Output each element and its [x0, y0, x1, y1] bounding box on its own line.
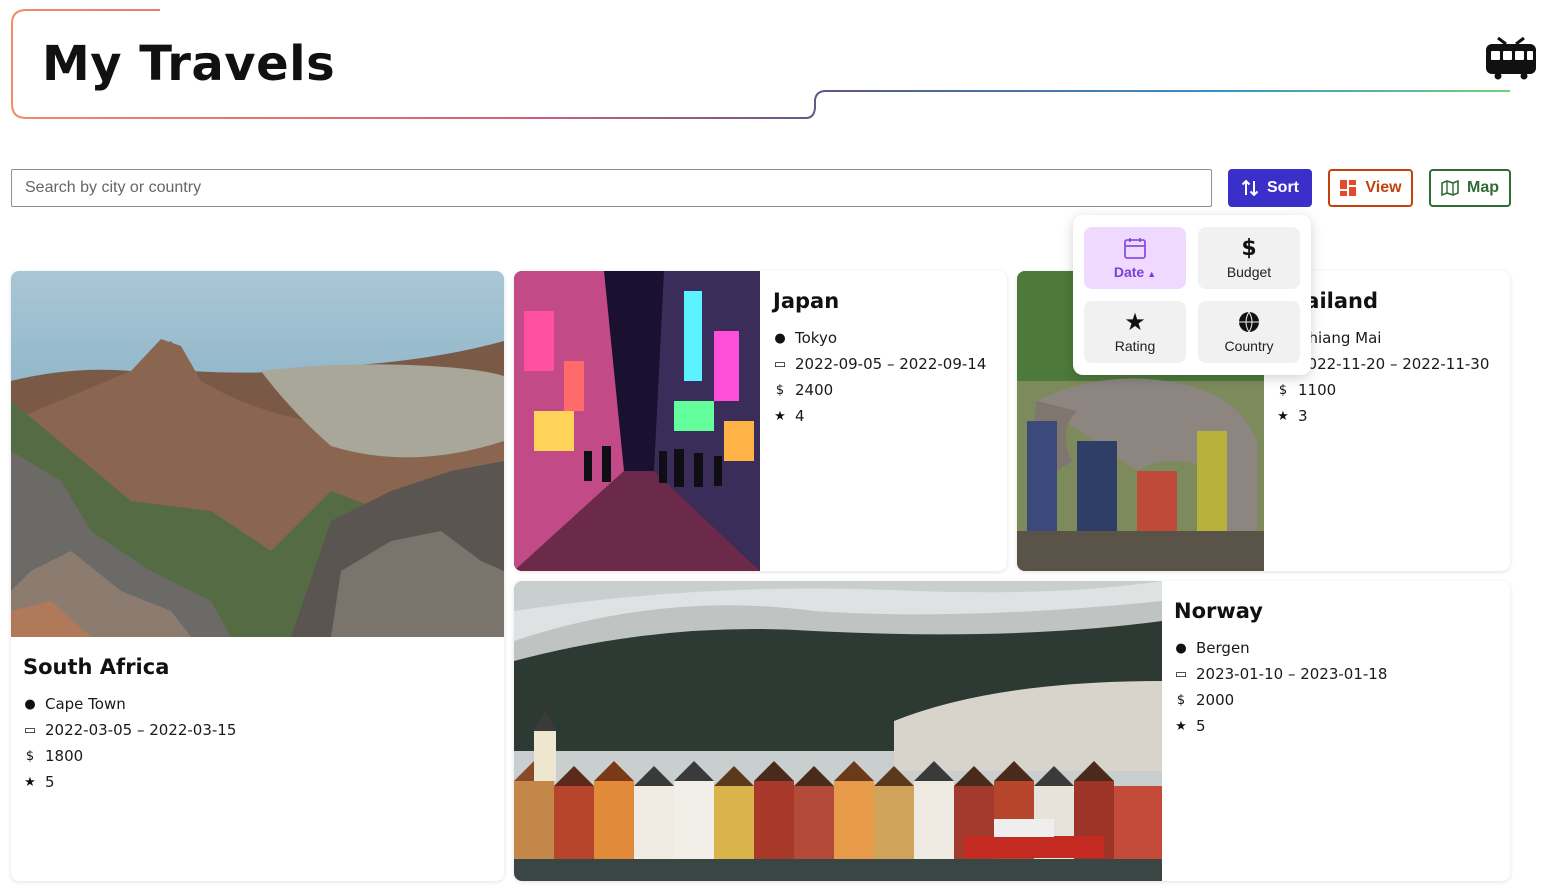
view-button-label: View — [1365, 179, 1402, 196]
trip-rating: 5 — [45, 773, 55, 791]
trip-budget-row: $2000 — [1174, 687, 1494, 713]
trip-dates: 2022-09-05 – 2022-09-14 — [795, 355, 987, 373]
sort-option-date[interactable]: Date ▲ — [1084, 227, 1186, 289]
trip-country: Japan — [773, 289, 840, 313]
trip-city: Bergen — [1196, 639, 1250, 657]
layout-grid-icon — [1340, 180, 1357, 196]
trip-details: South Africa ● Cape Town ▭ 2022-03-05 – 20… — [23, 655, 483, 795]
trip-details: Norway ● Bergen ▭ 2023-01-10 – 2023-01-18 … — [1174, 599, 1494, 739]
trip-card-norway[interactable]: Norway ● Bergen ▭ 2023-01-10 – 2023-01-18 … — [514, 581, 1510, 881]
trip-rating: 5 — [1196, 717, 1206, 735]
calendar-icon: ▭ — [773, 356, 787, 372]
sort-option-rating[interactable]: ★ Rating — [1084, 301, 1186, 363]
trip-rating: 3 — [1298, 407, 1308, 425]
sort-date-label: Date — [1113, 264, 1145, 280]
globe-icon: ● — [1175, 640, 1187, 656]
trip-card-south-africa[interactable]: South Africa ● Cape Town ▭ 2022-03-05 – 20… — [11, 271, 504, 881]
calendar-icon — [1123, 236, 1147, 260]
trip-card-japan[interactable]: Japan ● Tokyo ▭ 2022-09-05 – 2022-09-14 $2… — [514, 271, 1007, 571]
trip-budget-row: $2400 — [773, 377, 1003, 403]
trip-dates-row: ▭ 2022-09-05 – 2022-09-14 — [773, 351, 1003, 377]
trip-dates: 2023-01-10 – 2023-01-18 — [1196, 665, 1388, 683]
trip-city: Tokyo — [795, 329, 837, 347]
star-icon: ★ — [774, 408, 786, 424]
trip-dates-row: ▭ 2022-03-05 – 2022-03-15 — [23, 717, 483, 743]
trip-budget-row: $1800 — [23, 743, 483, 769]
star-icon: ★ — [24, 774, 36, 790]
sort-option-country[interactable]: Country — [1198, 301, 1300, 363]
dollar-icon: $ — [1241, 235, 1257, 261]
trip-rating-row: ★ 5 — [23, 769, 483, 795]
star-icon: ★ — [1277, 408, 1289, 424]
trip-budget: 2000 — [1196, 691, 1235, 709]
sort-option-label: Rating — [1114, 338, 1156, 354]
globe-icon: ● — [774, 330, 786, 346]
calendar-icon: ▭ — [23, 722, 37, 738]
trip-budget: 1800 — [45, 747, 84, 765]
sort-option-budget[interactable]: $ Budget — [1198, 227, 1300, 289]
dollar-icon: $ — [25, 748, 35, 764]
page-title: My Travels — [42, 36, 336, 92]
view-button[interactable]: View — [1328, 169, 1413, 207]
globe-icon — [1238, 310, 1260, 334]
trip-dates-row: ▭ 2023-01-10 – 2023-01-18 — [1174, 661, 1494, 687]
trip-rating-row: ★ 3 — [1276, 403, 1506, 429]
star-icon: ★ — [1175, 718, 1187, 734]
trip-budget: 2400 — [795, 381, 834, 399]
trip-country: South Africa — [23, 655, 170, 679]
trip-dates: 2022-03-05 – 2022-03-15 — [45, 721, 237, 739]
trip-city: Cape Town — [45, 695, 126, 713]
tram-icon[interactable] — [1484, 36, 1538, 80]
calendar-icon: ▭ — [1174, 666, 1188, 682]
trip-city-row: ● Bergen — [1174, 635, 1494, 661]
search-input[interactable] — [11, 169, 1212, 207]
dollar-icon: $ — [1278, 382, 1288, 398]
sort-option-label: Country — [1224, 338, 1274, 354]
sort-arrows-icon — [1241, 179, 1259, 197]
map-button-label: Map — [1467, 179, 1499, 196]
trip-dates: 2022-11-20 – 2022-11-30 — [1298, 355, 1490, 373]
sort-button[interactable]: Sort — [1228, 169, 1312, 207]
trip-city-row: ● Cape Town — [23, 691, 483, 717]
trip-rating: 4 — [795, 407, 805, 425]
trip-budget-row: $1100 — [1276, 377, 1506, 403]
trip-photo-bergen — [514, 581, 1162, 881]
sort-option-label: Date ▲ — [1114, 264, 1156, 280]
map-button[interactable]: Map — [1429, 169, 1511, 207]
sort-option-label: Budget — [1226, 264, 1272, 280]
dollar-icon: $ — [1176, 692, 1186, 708]
star-icon: ★ — [1124, 308, 1146, 336]
map-icon — [1441, 179, 1459, 197]
trip-details: Japan ● Tokyo ▭ 2022-09-05 – 2022-09-14 $2… — [773, 289, 1003, 429]
trip-city-row: ● Tokyo — [773, 325, 1003, 351]
trip-country: Norway — [1174, 599, 1263, 623]
trip-budget: 1100 — [1298, 381, 1337, 399]
sort-direction-indicator: ▲ — [1147, 269, 1157, 279]
sort-button-label: Sort — [1267, 179, 1299, 196]
sort-menu: Date ▲ $ Budget ★ Rating Country — [1073, 215, 1311, 375]
trip-rating-row: ★ 5 — [1174, 713, 1494, 739]
header: My Travels — [0, 0, 1547, 130]
dollar-icon: $ — [775, 382, 785, 398]
trip-rating-row: ★ 4 — [773, 403, 1003, 429]
trip-photo-tokyo — [514, 271, 760, 571]
trip-photo-cape-town — [11, 271, 504, 637]
globe-icon: ● — [24, 696, 36, 712]
